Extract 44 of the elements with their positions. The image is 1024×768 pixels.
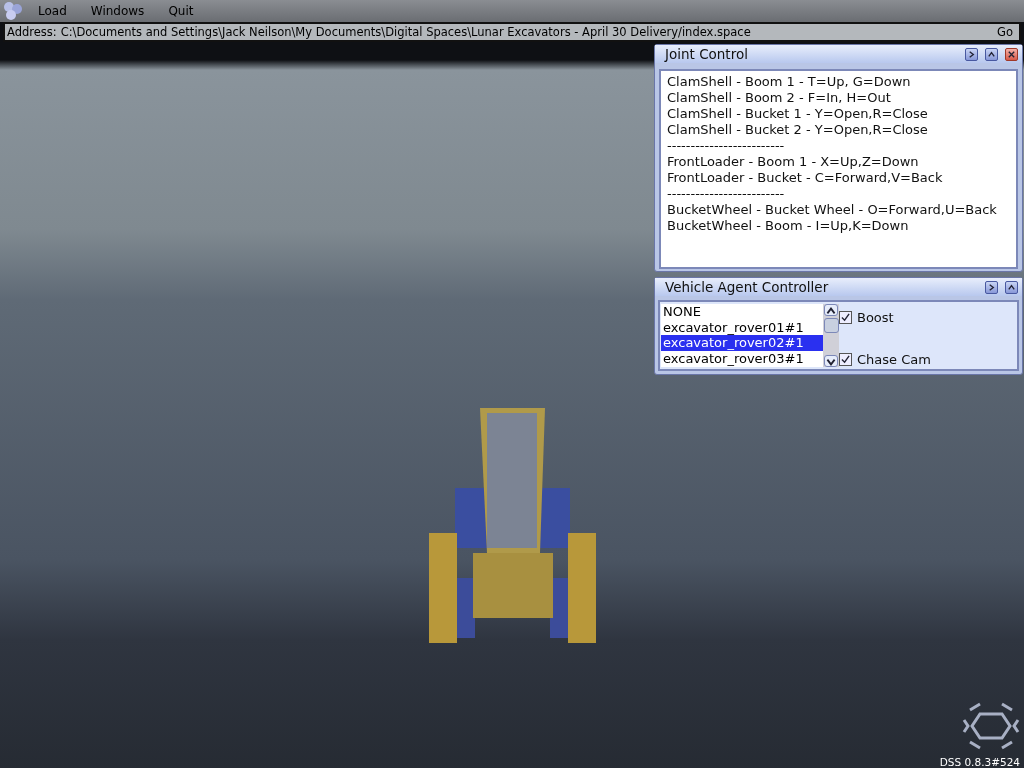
checkbox-label: Boost — [857, 310, 894, 325]
control-line: ClamShell - Boom 1 - T=Up, G=Down — [667, 74, 912, 90]
agent-list-item[interactable]: excavator_rover01#1 — [661, 319, 823, 335]
forward-button[interactable] — [965, 47, 978, 61]
window-title: Joint Control — [665, 46, 749, 62]
control-line: BucketWheel - Bucket Wheel - O=Forward,U=Back — [667, 202, 998, 218]
collapse-button[interactable] — [985, 47, 998, 61]
address-label: Address: — [3, 22, 59, 42]
caret-right-icon — [967, 49, 976, 59]
caret-up-icon — [987, 49, 996, 59]
close-icon — [1007, 49, 1016, 59]
version-label: DSS 0.8.3#524 — [939, 756, 1020, 768]
address-field[interactable]: C:\Documents and Settings\Jack Neilson\My Documents\Digital Spaces\Lunar Excavators - April 30 Delivery/index.space — [58, 22, 992, 42]
menu-item[interactable]: Quit — [158, 2, 204, 20]
control-line: BucketWheel - Boom - I=Up,K=Down — [667, 218, 910, 234]
control-line: FrontLoader - Boom 1 - X=Up,Z=Down — [667, 154, 920, 170]
checkmark-icon — [841, 313, 850, 322]
control-line: ClamShell - Boom 2 - F=In, H=Out — [667, 90, 892, 106]
caret-up-icon — [1007, 282, 1016, 292]
menu-item[interactable]: Load — [28, 2, 77, 20]
checkbox[interactable] — [839, 353, 852, 366]
caret-right-icon — [987, 282, 996, 292]
scrollbar-thumb[interactable] — [823, 318, 839, 333]
checkbox-label: Chase Cam — [857, 352, 931, 367]
checkbox[interactable] — [839, 311, 852, 324]
control-line: ClamShell - Bucket 1 - Y=Open,R=Close — [667, 106, 929, 122]
scrollbar[interactable] — [823, 304, 839, 367]
bubbles-logo-icon[interactable] — [2, 1, 24, 21]
collapse-button[interactable] — [1005, 280, 1018, 294]
agent-list-item[interactable]: excavator_rover03#1 — [661, 350, 823, 366]
scroll-up-button[interactable] — [824, 304, 838, 316]
checkmark-icon — [841, 355, 850, 364]
go-button[interactable]: Go — [991, 22, 1021, 42]
control-line: FrontLoader - Bucket - C=Forward,V=Back — [667, 170, 944, 186]
agent-list-item[interactable]: excavator_rover02#1 — [661, 335, 823, 351]
forward-button[interactable] — [985, 280, 998, 294]
control-line: ClamShell - Bucket 2 - Y=Open,R=Close — [667, 122, 929, 138]
control-line: ------------------------- — [667, 186, 786, 202]
window-title: Vehicle Agent Controller — [665, 279, 830, 295]
menu-item[interactable]: Windows — [80, 2, 155, 20]
scroll-down-button[interactable] — [824, 355, 838, 367]
control-line: ------------------------- — [667, 138, 786, 154]
agent-list-item[interactable]: NONE — [661, 304, 823, 320]
close-button[interactable] — [1005, 47, 1018, 61]
